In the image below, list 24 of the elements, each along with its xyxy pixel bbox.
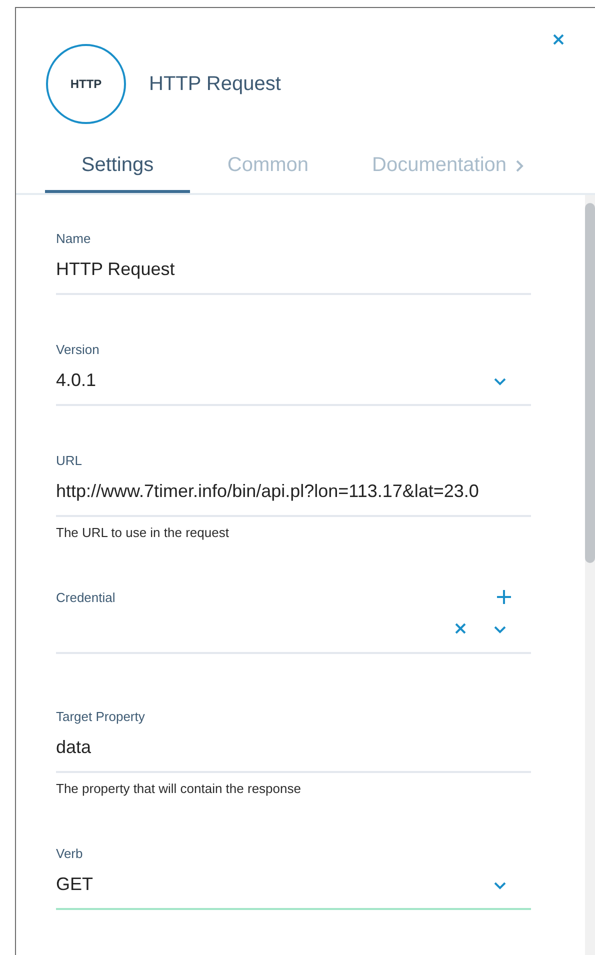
http-logo: HTTP <box>46 44 126 124</box>
plus-icon[interactable] <box>497 589 511 605</box>
chevron-down-icon[interactable] <box>493 376 507 386</box>
field-hint: The URL to use in the request <box>56 525 230 542</box>
field-hint: The property that will contain the response <box>56 781 302 798</box>
field-label: Verb <box>56 846 83 860</box>
panel-title: HTTP Request <box>149 72 281 96</box>
input-field[interactable]: http://www.7timer.info/bin/api.pl?lon=113.17&lat=23.0 <box>56 468 531 517</box>
field-label: Name <box>56 230 91 246</box>
chevron-down-icon[interactable] <box>493 624 507 634</box>
field-label: Version <box>56 342 100 356</box>
field-label: Credential <box>56 590 116 604</box>
scrollbar-thumb[interactable] <box>585 203 595 563</box>
clear-icon[interactable] <box>454 622 467 635</box>
field-label: URL <box>56 452 82 468</box>
chevron-down-icon[interactable] <box>493 880 507 890</box>
input-field[interactable]: data <box>56 724 531 773</box>
scrollbar[interactable] <box>585 195 595 955</box>
close-icon[interactable] <box>552 33 565 46</box>
dropdown-field[interactable]: 4.0.1 <box>56 357 531 406</box>
tab[interactable]: Settings <box>45 141 190 193</box>
dropdown-field[interactable]: GET <box>56 861 531 910</box>
input-field[interactable]: HTTP Request <box>56 246 531 295</box>
field-label: Target Property <box>56 708 145 724</box>
